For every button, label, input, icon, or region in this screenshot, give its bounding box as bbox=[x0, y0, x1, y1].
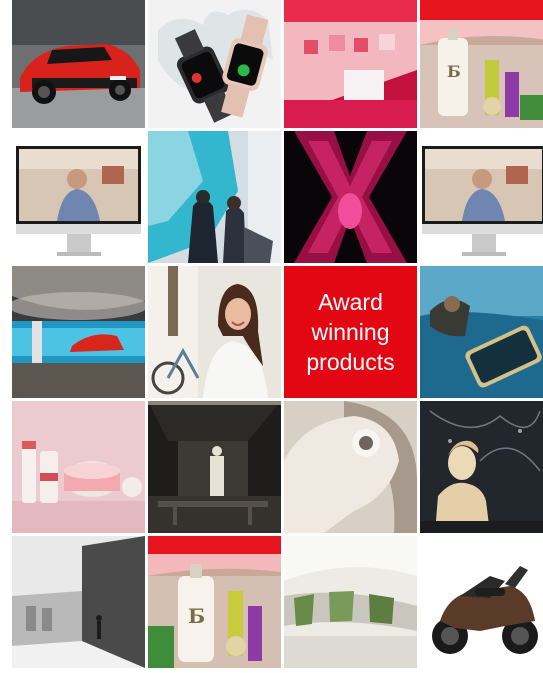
tile-pink-cosmetics[interactable] bbox=[12, 401, 145, 533]
award-text-block: Award winning products bbox=[306, 287, 394, 377]
bottle-label-text-2: Б bbox=[188, 604, 206, 628]
award-line-1: Award bbox=[318, 289, 383, 315]
tile-bw-architecture[interactable] bbox=[12, 536, 145, 668]
tile-motorcycle[interactable] bbox=[420, 536, 543, 668]
tile-bottle-drinks-b-2[interactable]: Б bbox=[148, 536, 281, 668]
tile-blue-car-showroom[interactable] bbox=[12, 266, 145, 398]
tile-white-curved-interior[interactable] bbox=[284, 536, 417, 668]
tile-monitor-man[interactable] bbox=[12, 131, 145, 263]
tile-monitor-man-2[interactable] bbox=[420, 131, 543, 263]
portfolio-grid: Б Award winning products Б bbox=[12, 0, 543, 668]
tile-red-electric-car[interactable] bbox=[12, 0, 145, 128]
tile-red-pink-interior[interactable] bbox=[284, 0, 417, 128]
tile-blue-wall-people[interactable] bbox=[148, 131, 281, 263]
tile-spiral-staircase[interactable] bbox=[284, 401, 417, 533]
bottle-label-text: Б bbox=[447, 62, 461, 81]
tile-dark-room-interior[interactable] bbox=[148, 401, 281, 533]
award-line-3: products bbox=[306, 349, 395, 375]
tile-magenta-x[interactable] bbox=[284, 131, 417, 263]
tile-award-winning-products[interactable]: Award winning products bbox=[284, 266, 417, 398]
award-line-2: winning bbox=[311, 319, 390, 345]
tile-statue-map[interactable] bbox=[420, 401, 543, 533]
tile-blue-water-device[interactable] bbox=[420, 266, 543, 398]
tile-woman-bicycle[interactable] bbox=[148, 266, 281, 398]
tile-bottle-drinks-b[interactable]: Б bbox=[420, 0, 543, 128]
tile-smartwatches-splash[interactable] bbox=[148, 0, 281, 128]
